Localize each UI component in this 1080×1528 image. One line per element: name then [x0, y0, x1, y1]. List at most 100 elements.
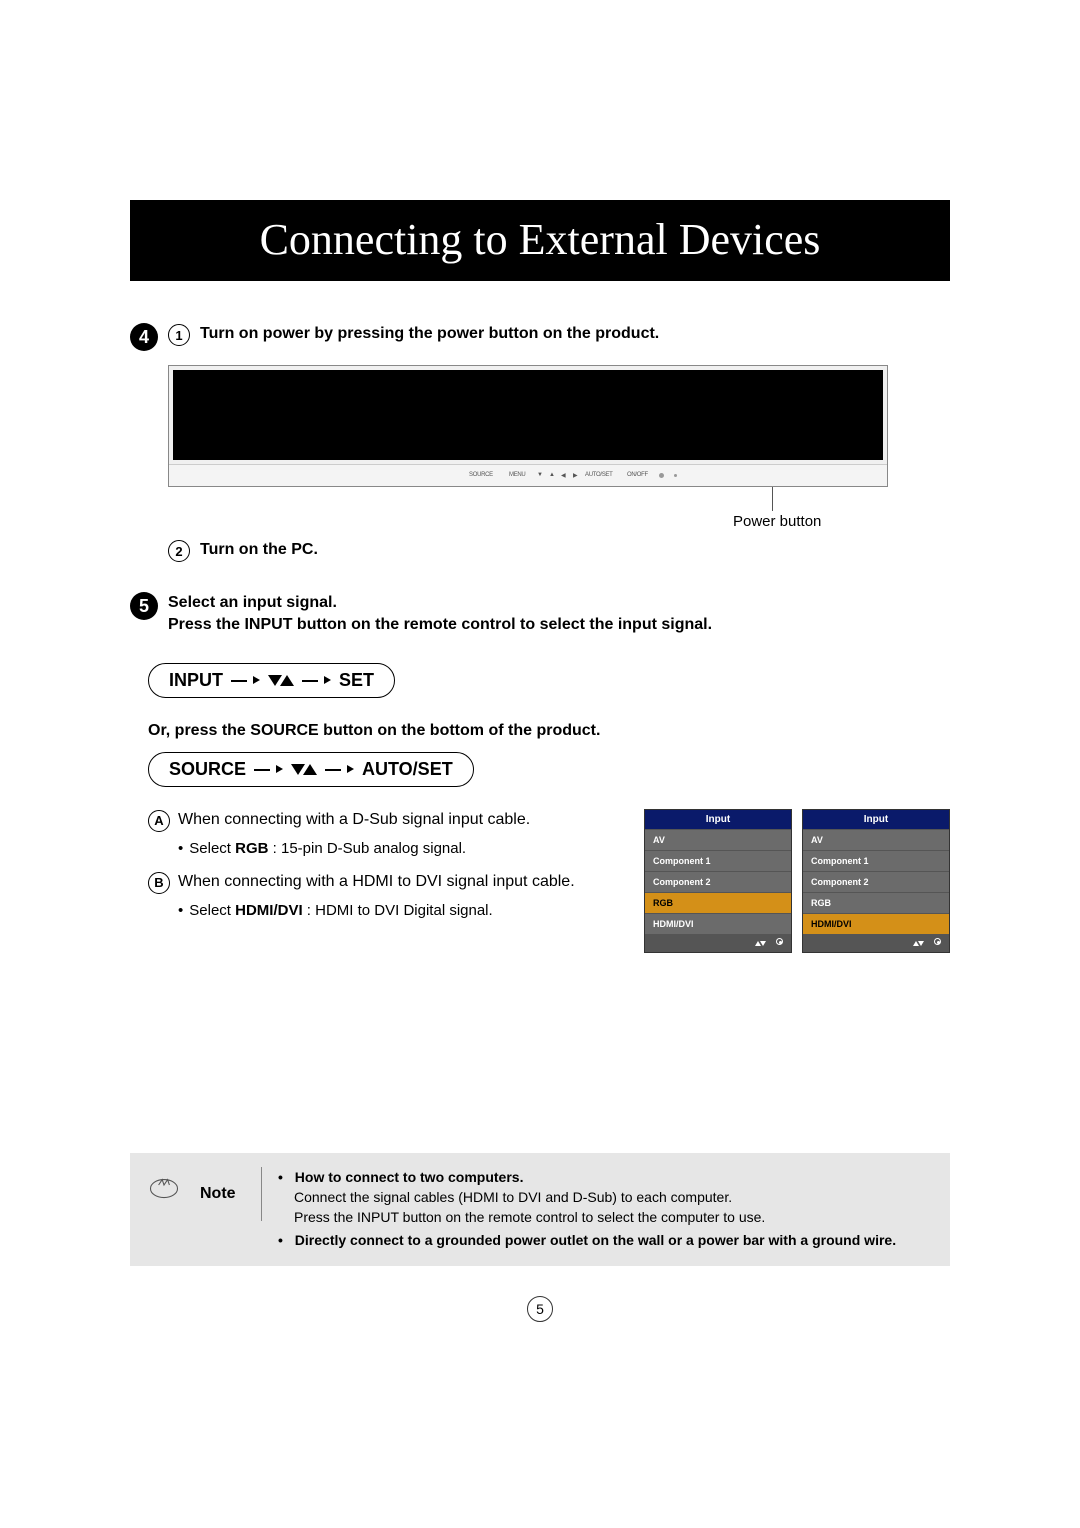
- monitor-diagram: SOURCE MENU ▼ ▲ ◀ ▶ AUTO/SET ON/OFF Powe…: [168, 365, 888, 531]
- osd-item-av: AV: [645, 829, 791, 850]
- power-button-label: Power button: [733, 513, 821, 530]
- pill-input-label: INPUT: [169, 670, 223, 691]
- monitor-btn-source: SOURCE: [469, 472, 493, 478]
- ab-osd-row: A When connecting with a D-Sub signal in…: [148, 809, 950, 953]
- step5-text-block: Select an input signal. Press the INPUT …: [168, 592, 712, 637]
- ok-mini-icon: [776, 938, 783, 945]
- step-4: 4 1 Turn on power by pressing the power …: [130, 323, 950, 351]
- ab-text-block: A When connecting with a D-Sub signal in…: [148, 809, 624, 933]
- monitor-led-small: [674, 474, 677, 477]
- monitor-btn-left: ◀: [561, 472, 565, 479]
- arrow-icon: [231, 670, 247, 691]
- arrowhead-icon: [324, 676, 331, 684]
- a-sub-post: : 15-pin D-Sub analog signal.: [268, 840, 466, 857]
- arrowhead-icon: [347, 765, 354, 773]
- osd-item-comp1: Component 1: [645, 850, 791, 871]
- step5-line2: Press the INPUT button on the remote con…: [168, 614, 712, 636]
- page-number: 5: [527, 1296, 553, 1322]
- osd-item-hdmi: HDMI/DVI: [645, 913, 791, 934]
- osd-item-rgb: RGB: [645, 892, 791, 913]
- osd-item-comp2: Component 2: [645, 871, 791, 892]
- arrowhead-icon: [276, 765, 283, 773]
- osd-screenshots: Input AV Component 1 Component 2 RGB HDM…: [644, 809, 950, 953]
- pill-source-autoset: SOURCE AUTO/SET: [148, 752, 474, 787]
- power-button-callout: Power button: [168, 487, 888, 531]
- arrow-icon: [254, 759, 270, 780]
- up-icon: [280, 675, 294, 686]
- note1-sub2: Press the INPUT button on the remote con…: [294, 1207, 934, 1227]
- monitor-screen: [173, 370, 883, 460]
- pill-set-label: SET: [339, 670, 374, 691]
- note1-sub1: Connect the signal cables (HDMI to DVI a…: [294, 1187, 934, 1207]
- option-b-badge: B: [148, 872, 170, 894]
- pill-input-set: INPUT SET: [148, 663, 395, 698]
- pill-autoset-label: AUTO/SET: [362, 759, 453, 780]
- osd-foot: [645, 934, 791, 952]
- note-label: Note: [200, 1167, 262, 1221]
- a-sub-pre: Select: [189, 840, 235, 857]
- monitor-btn-onoff: ON/OFF: [627, 472, 648, 478]
- osd-panel-b: Input AV Component 1 Component 2 RGB HDM…: [802, 809, 950, 953]
- monitor-btn-right: ▶: [573, 472, 577, 479]
- bullet-icon: [178, 902, 189, 919]
- note-body: How to connect to two computers. Connect…: [278, 1167, 934, 1252]
- osd-title: Input: [645, 810, 791, 829]
- osd-item-comp2: Component 2: [803, 871, 949, 892]
- osd-item-comp1: Component 1: [803, 850, 949, 871]
- osd-title: Input: [803, 810, 949, 829]
- up-icon: [303, 764, 317, 775]
- option-b-sub: Select HDMI/DVI : HDMI to DVI Digital si…: [178, 902, 624, 919]
- manual-page: Connecting to External Devices 4 1 Turn …: [0, 0, 1080, 1382]
- callout-line: [772, 487, 773, 511]
- page-title: Connecting to External Devices: [130, 214, 950, 265]
- step5-line1: Select an input signal.: [168, 592, 712, 614]
- b-sub-pre: Select: [189, 902, 235, 919]
- monitor-btn-autoset: AUTO/SET: [585, 472, 613, 478]
- option-b-text: When connecting with a HDMI to DVI signa…: [178, 871, 575, 893]
- option-b-line: B When connecting with a HDMI to DVI sig…: [148, 871, 624, 894]
- step-5: 5 Select an input signal. Press the INPU…: [130, 592, 950, 953]
- osd-item-hdmi: HDMI/DVI: [803, 913, 949, 934]
- page-title-bar: Connecting to External Devices: [130, 200, 950, 281]
- page-number-wrap: 5: [130, 1296, 950, 1322]
- arrow-icon: [302, 670, 318, 691]
- monitor-power-led: [659, 473, 664, 478]
- arrowhead-icon: [253, 676, 260, 684]
- step4-sub1-text: Turn on power by pressing the power butt…: [200, 323, 659, 345]
- substep-number-2: 2: [168, 540, 190, 562]
- or-text: Or, press the SOURCE button on the botto…: [148, 722, 950, 740]
- osd-panel-a: Input AV Component 1 Component 2 RGB HDM…: [644, 809, 792, 953]
- step4-sub2-text: Turn on the PC.: [200, 539, 318, 561]
- note-block: Note How to connect to two computers. Co…: [130, 1153, 950, 1266]
- monitor-btn-up: ▲: [549, 472, 555, 478]
- down-mini-icon: [760, 941, 766, 946]
- option-a-text: When connecting with a D-Sub signal inpu…: [178, 809, 530, 831]
- monitor-frame: SOURCE MENU ▼ ▲ ◀ ▶ AUTO/SET ON/OFF: [168, 365, 888, 487]
- osd-foot: [803, 934, 949, 952]
- note1-bold: How to connect to two computers.: [295, 1169, 524, 1185]
- pill-source-label: SOURCE: [169, 759, 246, 780]
- osd-item-av: AV: [803, 829, 949, 850]
- option-a-sub: Select RGB : 15-pin D-Sub analog signal.: [178, 840, 624, 857]
- a-sub-bold: RGB: [235, 840, 268, 857]
- substep-number-1: 1: [168, 324, 190, 346]
- arrow-icon: [325, 759, 341, 780]
- note2-bold: Directly connect to a grounded power out…: [295, 1232, 896, 1248]
- note-bullet-1: How to connect to two computers. Connect…: [278, 1167, 934, 1228]
- monitor-button-bar: SOURCE MENU ▼ ▲ ◀ ▶ AUTO/SET ON/OFF: [169, 464, 887, 486]
- step-number-5: 5: [130, 592, 158, 620]
- step4-sub2: 2 Turn on the PC.: [168, 539, 950, 562]
- step-number-4: 4: [130, 323, 158, 351]
- option-a-badge: A: [148, 810, 170, 832]
- note-hand-icon: [146, 1167, 184, 1203]
- monitor-btn-down: ▼: [537, 472, 543, 478]
- bullet-icon: [178, 840, 189, 857]
- b-sub-post: : HDMI to DVI Digital signal.: [303, 902, 493, 919]
- down-mini-icon: [918, 941, 924, 946]
- b-sub-bold: HDMI/DVI: [235, 902, 303, 919]
- monitor-btn-menu: MENU: [509, 472, 525, 478]
- option-a-line: A When connecting with a D-Sub signal in…: [148, 809, 624, 832]
- note-bullet-2: Directly connect to a grounded power out…: [278, 1230, 934, 1250]
- ok-mini-icon: [934, 938, 941, 945]
- osd-item-rgb: RGB: [803, 892, 949, 913]
